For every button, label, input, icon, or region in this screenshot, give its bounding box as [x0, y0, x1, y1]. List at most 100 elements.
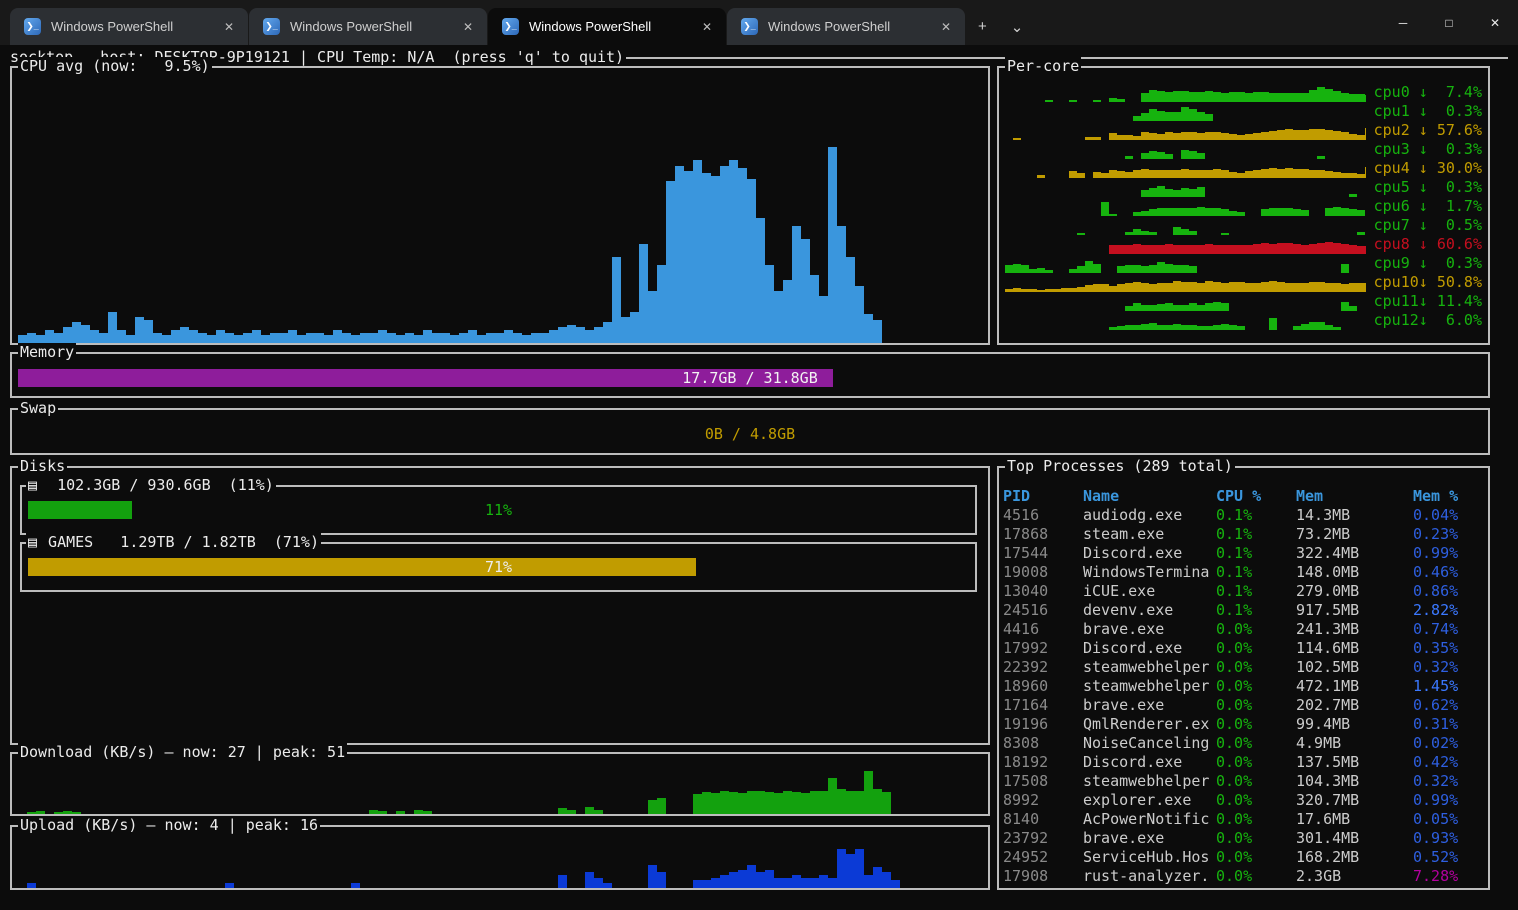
bar — [756, 218, 765, 343]
powershell-icon: ❯_ — [263, 18, 280, 35]
bar — [1229, 245, 1237, 254]
bar — [729, 792, 738, 814]
bar — [1293, 169, 1301, 178]
tab-close-button[interactable]: ✕ — [455, 20, 487, 34]
cell-mem: 99.4MB — [1296, 715, 1413, 734]
bar — [1189, 282, 1197, 292]
bar — [1229, 282, 1237, 292]
bar — [1213, 245, 1221, 254]
tab-4[interactable]: ❯_Windows PowerShell✕ — [727, 8, 965, 45]
bar — [1189, 245, 1197, 254]
bar — [1173, 91, 1181, 102]
bar — [126, 335, 135, 343]
cell-name: audiodg.exe — [1083, 506, 1216, 525]
bar — [1253, 170, 1261, 178]
bar — [765, 265, 774, 343]
bar — [162, 335, 171, 343]
bar — [630, 312, 639, 343]
bar — [747, 791, 756, 814]
bar — [1221, 170, 1229, 178]
process-row: 17544Discord.exe0.1%322.4MB0.99% — [1003, 544, 1486, 563]
tab-1[interactable]: ❯_Windows PowerShell✕ — [10, 8, 248, 45]
bar — [1181, 132, 1189, 140]
bar — [639, 244, 648, 343]
bar — [1293, 326, 1301, 330]
bar — [1173, 227, 1181, 235]
terminal-screen[interactable]: socktop — host: DESKTOP-9P19121 | CPU Te… — [0, 45, 1518, 910]
cell-cpu: 0.0% — [1216, 639, 1296, 658]
bar — [1197, 245, 1205, 254]
maximize-button[interactable]: □ — [1426, 0, 1472, 45]
disk-c-label: 102.3GB / 930.6GB (11%) — [39, 476, 274, 495]
cell-memp: 0.23% — [1413, 525, 1486, 544]
bar — [333, 330, 342, 343]
bar — [1213, 92, 1221, 102]
cell-memp: 0.32% — [1413, 658, 1486, 677]
bar — [1165, 283, 1173, 292]
cell-memp: 0.02% — [1413, 734, 1486, 753]
close-button[interactable]: ✕ — [1472, 0, 1518, 45]
bar — [1141, 169, 1149, 178]
bar — [603, 883, 612, 888]
core-spark-cpu2 — [1001, 121, 1366, 140]
bar — [702, 173, 711, 343]
cell-pid: 23792 — [1003, 829, 1083, 848]
bar — [279, 333, 288, 343]
bar — [1197, 133, 1205, 140]
bar — [1149, 170, 1157, 178]
bar — [1341, 264, 1349, 274]
bar — [1181, 150, 1189, 159]
cell-memp: 0.86% — [1413, 582, 1486, 601]
bar — [1341, 244, 1349, 254]
tab-close-button[interactable]: ✕ — [216, 20, 248, 34]
minimize-button[interactable]: ─ — [1380, 0, 1426, 45]
core-label-cpu7: cpu7 ↓ 0.5% — [1366, 216, 1486, 235]
bar — [837, 849, 846, 888]
bar — [657, 798, 666, 814]
core-row-cpu2: cpu2 ↓ 57.6% — [1001, 121, 1486, 140]
bar — [441, 333, 450, 343]
tab-close-button[interactable]: ✕ — [933, 20, 965, 34]
bar — [1237, 245, 1245, 255]
bar — [1213, 132, 1221, 140]
cell-cpu: 0.0% — [1216, 734, 1296, 753]
tab-2[interactable]: ❯_Windows PowerShell✕ — [249, 8, 487, 45]
memory-panel: Memory 17.7GB / 31.8GB — [10, 352, 1490, 398]
bar — [1325, 283, 1333, 292]
bar — [765, 792, 774, 814]
disk-c-header: ▤ 102.3GB / 930.6GB (11%) — [26, 476, 276, 495]
cell-pid: 17508 — [1003, 772, 1083, 791]
bar — [1181, 188, 1189, 197]
tab-3[interactable]: ❯_Windows PowerShell✕ — [488, 8, 726, 45]
bar — [1205, 281, 1213, 292]
bar — [891, 880, 900, 888]
bar — [1285, 168, 1293, 178]
bar — [747, 179, 756, 343]
tab-dropdown-button[interactable]: ⌄ — [999, 8, 1036, 45]
cell-mem: 73.2MB — [1296, 525, 1413, 544]
bar — [594, 810, 603, 814]
bar — [1125, 245, 1133, 254]
bar — [549, 330, 558, 343]
bar — [1205, 244, 1213, 254]
cell-pid: 17164 — [1003, 696, 1083, 715]
bar — [198, 333, 207, 343]
bar — [765, 870, 774, 888]
core-row-cpu6: cpu6 ↓ 1.7% — [1001, 197, 1486, 216]
bar — [1261, 243, 1269, 254]
process-row: 24952ServiceHub.Hos0.0%168.2MB0.52% — [1003, 848, 1486, 867]
bar — [864, 314, 873, 343]
bar — [1333, 283, 1341, 292]
powershell-icon: ❯_ — [502, 18, 519, 35]
process-row: 17908rust-analyzer.0.0%2.3GB7.28% — [1003, 867, 1486, 886]
bar — [1205, 132, 1213, 140]
bar — [1157, 262, 1165, 273]
bar — [369, 333, 378, 343]
tab-close-button[interactable]: ✕ — [694, 20, 726, 34]
cell-pid: 19196 — [1003, 715, 1083, 734]
bar — [1133, 282, 1141, 292]
cell-name: iCUE.exe — [1083, 582, 1216, 601]
new-tab-button[interactable]: + — [966, 8, 999, 45]
bar — [1109, 327, 1117, 330]
bar — [1165, 208, 1173, 216]
